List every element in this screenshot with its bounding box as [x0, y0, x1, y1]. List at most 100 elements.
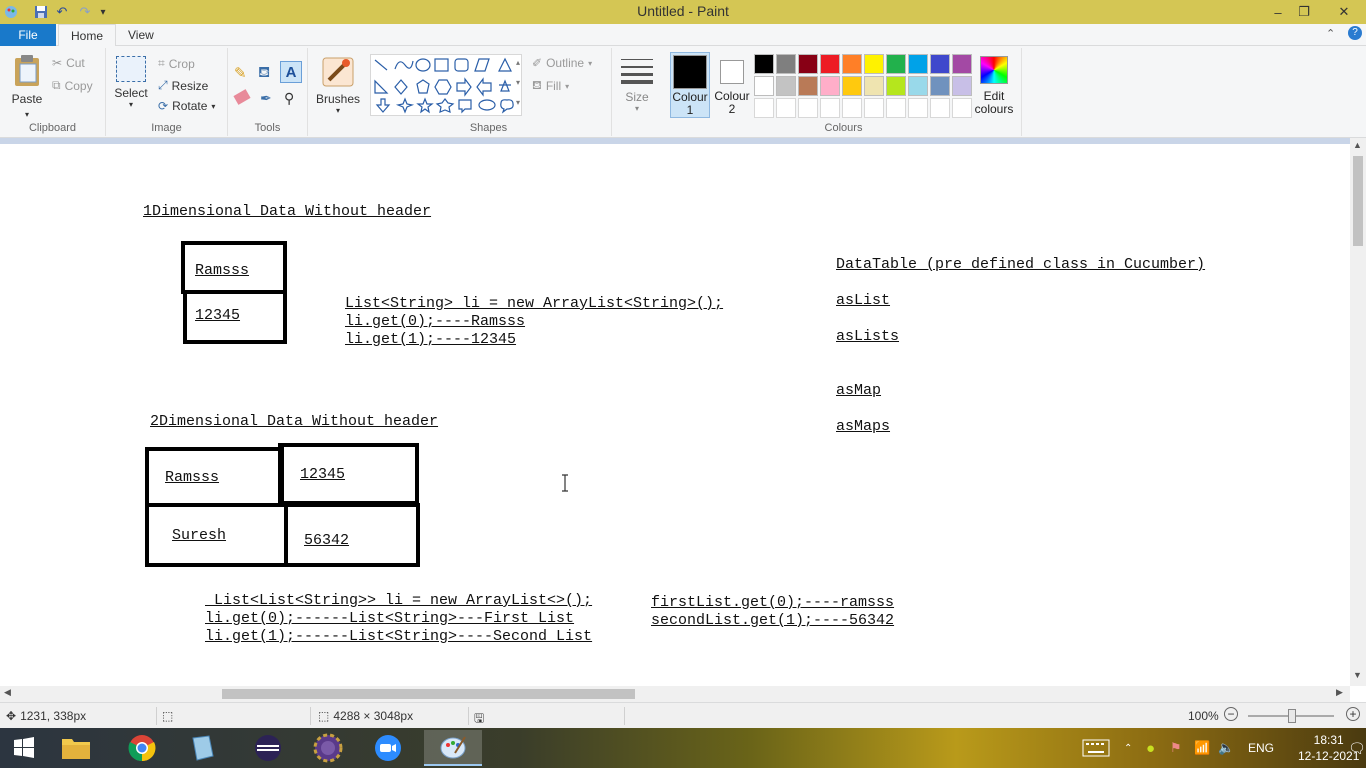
- brushes-button[interactable]: Brushes ▾: [316, 56, 360, 115]
- scroll-left-icon[interactable]: ◀: [4, 687, 11, 698]
- fill-button[interactable]: ⛾ Fill ▾: [532, 78, 569, 94]
- tab-view[interactable]: View: [116, 24, 166, 47]
- scroll-down-icon[interactable]: ▼: [1353, 670, 1362, 680]
- palette-colour-swatch[interactable]: [776, 54, 796, 74]
- window-title: Untitled - Paint: [637, 3, 729, 19]
- shapes-scroll-down-icon[interactable]: ▾: [516, 78, 520, 87]
- palette-colour-swatch[interactable]: [798, 54, 818, 74]
- security-app-icon[interactable]: ●: [1146, 728, 1155, 768]
- custom-colour-slot[interactable]: [864, 98, 884, 118]
- scroll-right-icon[interactable]: ▶: [1336, 687, 1343, 698]
- select-button[interactable]: Select ▾: [114, 56, 148, 109]
- palette-colour-swatch[interactable]: [754, 76, 774, 96]
- restore-button[interactable]: ❐: [1288, 0, 1320, 24]
- palette-colour-swatch[interactable]: [908, 54, 928, 74]
- custom-colour-slot[interactable]: [886, 98, 906, 118]
- cut-button[interactable]: ✂ Cut: [52, 56, 85, 70]
- eclipse-icon[interactable]: [246, 730, 290, 766]
- palette-colour-swatch[interactable]: [886, 76, 906, 96]
- scroll-up-icon[interactable]: ▲: [1353, 140, 1362, 150]
- zoom-in-icon[interactable]: +: [1346, 707, 1360, 721]
- color-picker-icon[interactable]: ✒: [260, 90, 272, 107]
- custom-colour-slot[interactable]: [930, 98, 950, 118]
- shapes-group: ▴ ▾ ▾ ✐ Outline ▾ ⛾ Fill ▾ Shapes: [366, 48, 612, 136]
- move-cursor-icon: ✥: [6, 709, 17, 723]
- palette-colour-swatch[interactable]: [930, 76, 950, 96]
- magnifier-icon[interactable]: ⚲: [284, 90, 294, 107]
- shapes-scroll-up-icon[interactable]: ▴: [516, 58, 520, 67]
- eclipse-ide-icon[interactable]: [306, 730, 350, 766]
- collapse-ribbon-icon[interactable]: ⌃: [1326, 27, 1335, 40]
- horizontal-scroll-thumb[interactable]: [222, 689, 635, 699]
- custom-colour-slot[interactable]: [754, 98, 774, 118]
- custom-colour-slot[interactable]: [776, 98, 796, 118]
- notepad-icon[interactable]: [180, 730, 224, 766]
- palette-colour-swatch[interactable]: [754, 54, 774, 74]
- tray-app-icon[interactable]: ⚑: [1170, 728, 1182, 768]
- colour-1-button[interactable]: Colour 1: [670, 52, 710, 118]
- network-icon[interactable]: 📶: [1194, 728, 1210, 768]
- palette-colour-swatch[interactable]: [952, 54, 972, 74]
- custom-colour-slot[interactable]: [842, 98, 862, 118]
- shapes-gallery[interactable]: [370, 54, 522, 116]
- palette-colour-swatch[interactable]: [864, 76, 884, 96]
- paint-taskbar-icon[interactable]: [424, 730, 482, 766]
- palette-colour-swatch[interactable]: [820, 54, 840, 74]
- palette-colour-swatch[interactable]: [776, 76, 796, 96]
- code-1d-line1: List<String> li = new ArrayList<String>(…: [345, 295, 724, 312]
- help-icon[interactable]: ?: [1348, 26, 1362, 40]
- palette-colour-swatch[interactable]: [952, 76, 972, 96]
- size-button[interactable]: Size ▾: [620, 56, 654, 113]
- fill-bucket-icon[interactable]: ⛾: [258, 64, 270, 83]
- rotate-button[interactable]: ⟳ Rotate ▾: [158, 99, 215, 113]
- palette-colour-swatch[interactable]: [864, 54, 884, 74]
- custom-colour-slot[interactable]: [952, 98, 972, 118]
- show-hidden-icons-icon[interactable]: ⌃: [1124, 728, 1132, 768]
- palette-colour-swatch[interactable]: [798, 76, 818, 96]
- shapes-more-icon[interactable]: ▾: [516, 98, 520, 107]
- speaker-icon[interactable]: 🔈: [1218, 728, 1234, 768]
- eraser-icon[interactable]: [233, 89, 251, 105]
- resize-button[interactable]: ⤢ Resize: [158, 78, 208, 93]
- fill-dropdown-icon: ▾: [565, 81, 570, 91]
- vertical-scroll-thumb[interactable]: [1353, 156, 1363, 246]
- edit-colours-button[interactable]: Edit colours: [974, 52, 1014, 118]
- palette-colour-swatch[interactable]: [842, 54, 862, 74]
- palette-colour-swatch[interactable]: [886, 54, 906, 74]
- touch-keyboard-icon[interactable]: [1082, 728, 1110, 768]
- horizontal-scrollbar[interactable]: ◀ ▶: [0, 686, 1350, 702]
- disk-icon: 🖫: [474, 711, 485, 725]
- palette-colour-swatch[interactable]: [820, 76, 840, 96]
- custom-colour-slot[interactable]: [820, 98, 840, 118]
- palette-colour-swatch[interactable]: [930, 54, 950, 74]
- tab-file[interactable]: File: [0, 24, 56, 46]
- custom-colour-slot[interactable]: [798, 98, 818, 118]
- outline-button[interactable]: ✐ Outline ▾: [532, 56, 592, 70]
- text-cursor-icon: [560, 474, 570, 492]
- colour-2-button[interactable]: Colour 2: [712, 52, 752, 118]
- paste-button[interactable]: Paste ▾: [10, 54, 44, 119]
- drawing-canvas[interactable]: 1Dimensional Data Without header Ramsss …: [0, 144, 1350, 686]
- custom-colour-slot[interactable]: [908, 98, 928, 118]
- text-tool-icon[interactable]: A: [280, 61, 302, 83]
- zoom-slider-thumb[interactable]: [1288, 709, 1296, 723]
- copy-button[interactable]: ⧉ Copy: [52, 78, 93, 93]
- tab-home[interactable]: Home: [58, 24, 117, 47]
- zoom-out-icon[interactable]: −: [1224, 707, 1238, 721]
- colour-1-label-line1: Colour: [672, 90, 708, 104]
- language-indicator[interactable]: ENG: [1248, 728, 1274, 768]
- crop-button[interactable]: ⌗ Crop: [158, 56, 195, 71]
- close-button[interactable]: ✕: [1324, 0, 1364, 24]
- heading-2d-data: 2Dimensional Data Without header: [150, 413, 439, 430]
- chrome-icon[interactable]: [120, 730, 164, 766]
- palette-colour-swatch[interactable]: [908, 76, 928, 96]
- colours-group: Colour 1 Colour 2 Edit colours Colours: [666, 48, 1022, 136]
- pencil-icon[interactable]: ✎: [234, 64, 247, 82]
- palette-colour-swatch[interactable]: [842, 76, 862, 96]
- zoom-app-icon[interactable]: [366, 730, 410, 766]
- start-button[interactable]: [2, 730, 46, 766]
- status-divider: [310, 707, 311, 725]
- vertical-scrollbar[interactable]: ▲ ▼: [1350, 138, 1366, 686]
- notifications-icon[interactable]: 🗨: [1348, 728, 1366, 768]
- file-explorer-icon[interactable]: [54, 730, 98, 766]
